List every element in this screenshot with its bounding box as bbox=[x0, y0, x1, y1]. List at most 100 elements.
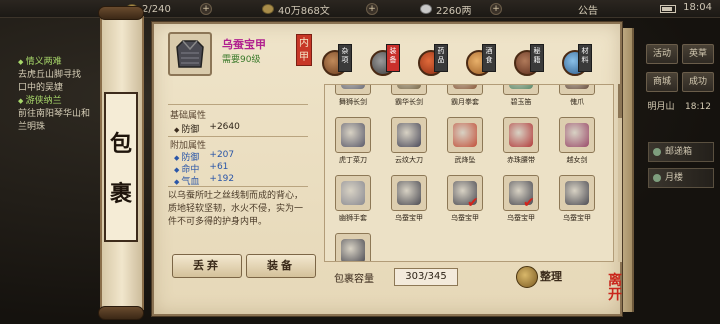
inventory-slot[interactable]: ✔ 乌蚕宝甲 bbox=[497, 175, 545, 231]
silver-value: 2260两 bbox=[436, 5, 472, 17]
inventory-slot[interactable]: 乌蚕宝甲 bbox=[329, 233, 377, 261]
item-icon bbox=[509, 85, 533, 89]
item-slot-box[interactable] bbox=[559, 117, 595, 153]
tab-label[interactable]: 药品 bbox=[434, 44, 448, 72]
item-icon bbox=[341, 181, 365, 205]
menu-success[interactable]: 成功 bbox=[682, 72, 714, 92]
item-grid: 舞狮长剑 霸华长剑 霸月拳套 碧玉笛 傀爪 虎丁菜刀 云纹大刀 武烽坠 赤珠腰带 越女剑 幽狮手套乌… bbox=[324, 84, 614, 262]
sort-label[interactable]: 整理 bbox=[540, 268, 562, 284]
inventory-slot[interactable]: 幽狮手套 bbox=[329, 175, 377, 231]
tab-label[interactable]: 杂项 bbox=[338, 44, 352, 72]
tab-label[interactable]: 材料 bbox=[578, 44, 592, 72]
item-slot-box[interactable] bbox=[503, 85, 539, 95]
item-slot-box[interactable] bbox=[559, 85, 595, 95]
sort-button[interactable]: 整理 bbox=[516, 264, 586, 290]
item-slot-box[interactable] bbox=[391, 85, 427, 95]
inventory-slot[interactable]: 武烽坠 bbox=[441, 117, 489, 173]
item-name: 乌蚕宝甲 bbox=[563, 214, 591, 222]
item-slot-box[interactable] bbox=[335, 85, 371, 95]
item-slot-box[interactable] bbox=[447, 117, 483, 153]
inventory-slot[interactable]: 云纹大刀 bbox=[385, 117, 433, 173]
resource-coins: 40万868文 bbox=[262, 2, 330, 17]
item-slot-box[interactable] bbox=[391, 175, 427, 211]
base-stat-defense: 防御 +2640 bbox=[174, 122, 240, 135]
inventory-slot[interactable]: 霸月拳套 bbox=[441, 85, 489, 115]
inventory-slot[interactable]: 傀爪 bbox=[553, 85, 601, 115]
base-stats-title: 基础属性 bbox=[170, 111, 207, 121]
discard-button[interactable]: 丢弃 bbox=[172, 254, 242, 278]
item-name: 傀爪 bbox=[570, 98, 584, 106]
item-slot-box[interactable] bbox=[335, 233, 371, 261]
item-slot-box[interactable] bbox=[335, 175, 371, 211]
plus-icon[interactable]: + bbox=[490, 3, 502, 15]
item-slot-box[interactable] bbox=[503, 117, 539, 153]
notice-button[interactable]: 公告 bbox=[578, 2, 598, 17]
inventory-slot[interactable]: 霸华长剑 bbox=[385, 85, 433, 115]
inventory-slot[interactable]: 碧玉笛 bbox=[497, 85, 545, 115]
silver-icon bbox=[420, 4, 432, 14]
inventory-slot[interactable]: 赤珠腰带 bbox=[497, 117, 545, 173]
menu-shop[interactable]: 商城 bbox=[646, 72, 678, 92]
item-slot-box[interactable] bbox=[391, 117, 427, 153]
equipped-check-icon: ✔ bbox=[467, 195, 479, 211]
item-name: 虎丁菜刀 bbox=[339, 156, 367, 164]
menu-activity[interactable]: 活动 bbox=[646, 44, 678, 64]
item-name: 幽狮手套 bbox=[339, 214, 367, 222]
item-slot-box[interactable] bbox=[335, 117, 371, 153]
item-icon bbox=[341, 123, 365, 147]
side-item-mailbox[interactable]: 邮递箱 bbox=[648, 142, 714, 162]
stat-value: +2640 bbox=[209, 122, 240, 132]
item-name: 越女剑 bbox=[566, 156, 588, 164]
inventory-slot[interactable]: 舞狮长剑 bbox=[329, 85, 377, 115]
plus-button-1[interactable]: + bbox=[200, 2, 212, 16]
item-icon bbox=[397, 85, 421, 89]
item-requirement: 需要90级 bbox=[222, 55, 261, 65]
item-name: 乌蚕宝甲 bbox=[222, 38, 266, 51]
location-time: 18:12 bbox=[685, 102, 711, 112]
menu-herb[interactable]: 英草 bbox=[682, 44, 714, 64]
stat-label: 防御 bbox=[174, 122, 199, 135]
close-seal-button[interactable]: 离开 bbox=[602, 274, 628, 314]
tab-label[interactable]: 装备 bbox=[386, 44, 400, 72]
scroll-decoration: 包 裹 bbox=[84, 6, 180, 320]
plus-button-3[interactable]: + bbox=[490, 2, 502, 16]
plus-button-2[interactable]: + bbox=[366, 2, 378, 16]
item-icon bbox=[397, 123, 421, 147]
item-name: 乌蚕宝甲 bbox=[395, 214, 423, 222]
location-label: 明月山 bbox=[647, 102, 675, 112]
inventory-slot[interactable]: 虎丁菜刀 bbox=[329, 117, 377, 173]
item-icon bbox=[565, 123, 589, 147]
capacity-value: 303/345 bbox=[394, 268, 458, 286]
item-icon bbox=[341, 239, 365, 261]
tab-label[interactable]: 酒食 bbox=[482, 44, 496, 72]
tab-medicine[interactable]: 药品 bbox=[418, 44, 452, 80]
tab-misc[interactable]: 杂项 bbox=[322, 44, 356, 80]
item-icon bbox=[397, 181, 421, 205]
side-item-moon-tower[interactable]: 月楼 bbox=[648, 168, 714, 188]
item-name: 云纹大刀 bbox=[395, 156, 423, 164]
item-name: 武烽坠 bbox=[454, 156, 476, 164]
inventory-panel: 乌蚕宝甲 需要90级 内甲 基础属性 防御 +2640 附加属性 防御 +207… bbox=[152, 22, 622, 316]
tab-food[interactable]: 酒食 bbox=[466, 44, 500, 80]
plus-icon[interactable]: + bbox=[366, 3, 378, 15]
armor-icon bbox=[176, 40, 204, 68]
inventory-title-plate: 包 裹 bbox=[104, 92, 138, 242]
tab-manual[interactable]: 秘籍 bbox=[514, 44, 548, 80]
item-icon bbox=[341, 85, 365, 89]
tab-label[interactable]: 秘籍 bbox=[530, 44, 544, 72]
equip-button[interactable]: 装备 bbox=[246, 254, 316, 278]
item-detail: 乌蚕宝甲 需要90级 内甲 基础属性 防御 +2640 附加属性 防御 +207… bbox=[168, 32, 314, 246]
grid-scrollbar[interactable] bbox=[618, 84, 622, 262]
tab-material[interactable]: 材料 bbox=[562, 44, 596, 80]
inventory-slot[interactable]: 乌蚕宝甲 bbox=[385, 175, 433, 231]
item-slot-box[interactable] bbox=[559, 175, 595, 211]
scrollbar-thumb[interactable] bbox=[618, 84, 622, 118]
inventory-slot[interactable]: ✔ 乌蚕宝甲 bbox=[441, 175, 489, 231]
item-name: 赤珠腰带 bbox=[507, 156, 535, 164]
plus-icon[interactable]: + bbox=[200, 3, 212, 15]
title-char-bottom: 裹 bbox=[109, 181, 132, 207]
item-slot-box[interactable] bbox=[447, 85, 483, 95]
inventory-slot[interactable]: 乌蚕宝甲 bbox=[553, 175, 601, 231]
tab-equipment[interactable]: 装备 bbox=[370, 44, 404, 80]
inventory-slot[interactable]: 越女剑 bbox=[553, 117, 601, 173]
